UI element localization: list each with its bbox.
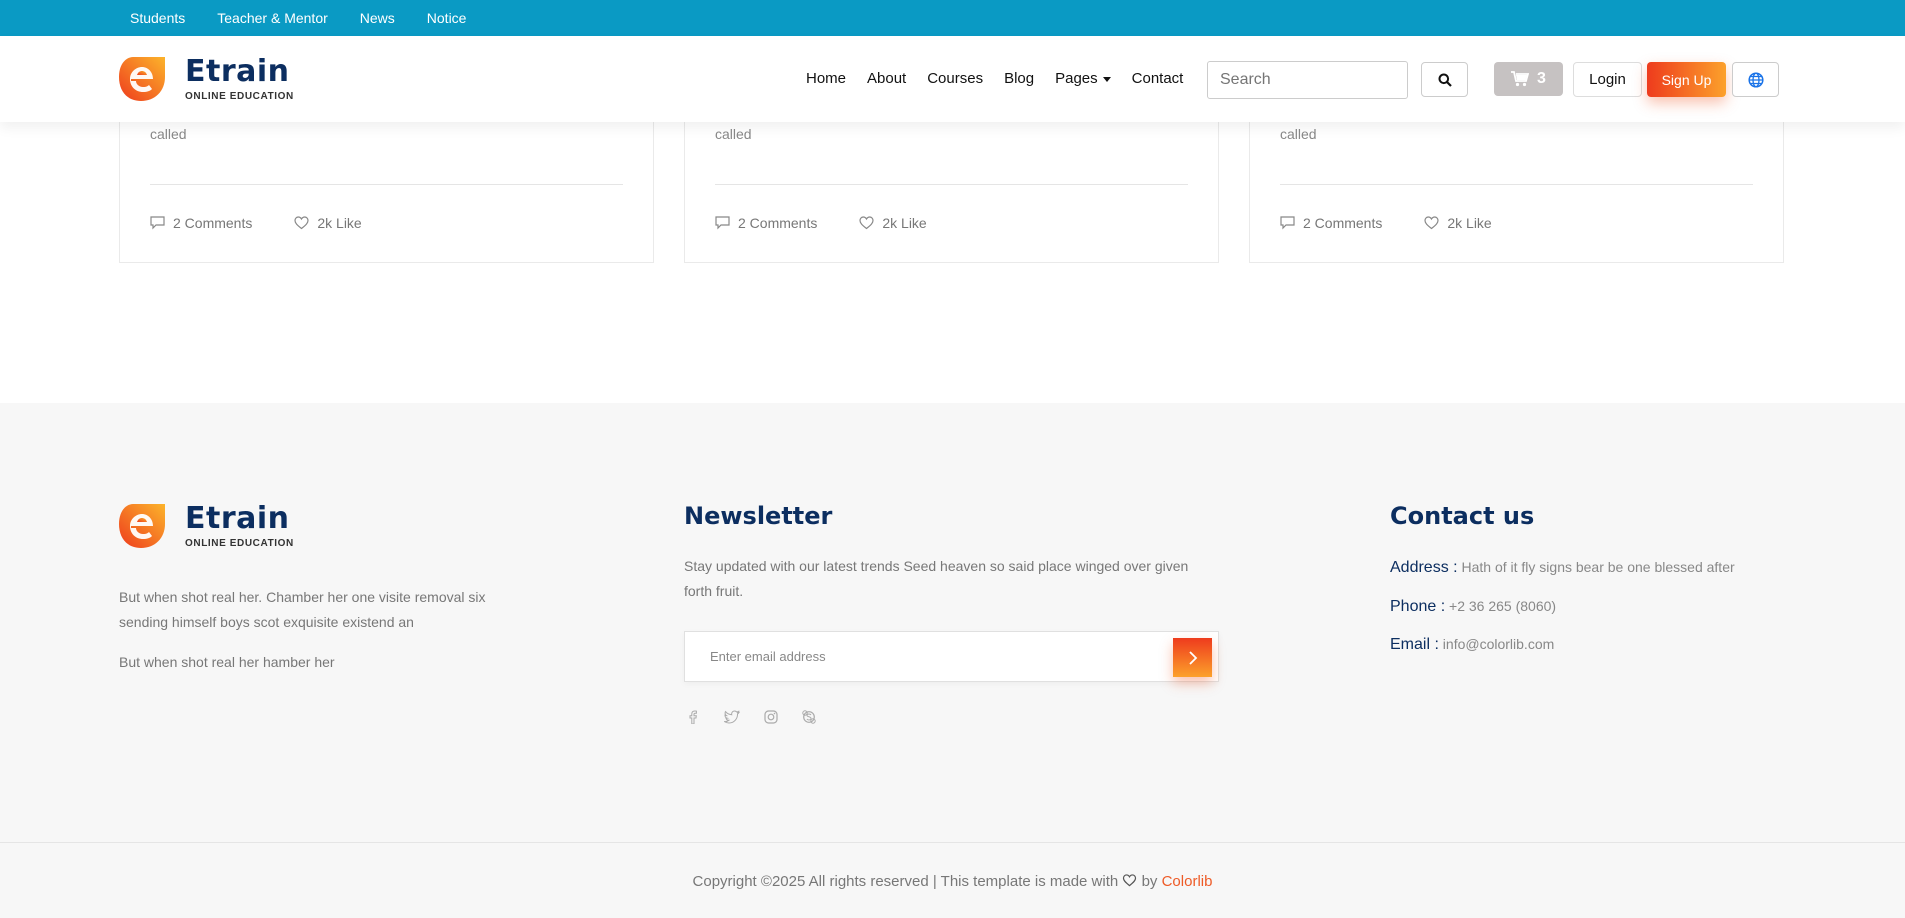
skype-icon[interactable]	[802, 710, 816, 724]
brand-name: Etrain	[185, 500, 290, 536]
cart-button[interactable]: 3	[1494, 62, 1563, 96]
nav-about[interactable]: About	[867, 70, 906, 87]
search-input[interactable]	[1207, 61, 1408, 99]
brand-name: Etrain	[185, 53, 290, 89]
heart-icon	[859, 216, 874, 230]
footer-logo[interactable]: Etrain ONLINE EDUCATION	[119, 502, 294, 550]
twitter-icon[interactable]	[724, 710, 740, 724]
site-header: Etrain ONLINE EDUCATION Home About Cours…	[0, 36, 1905, 122]
comments-link[interactable]: 2 Comments	[715, 215, 817, 231]
comments-link[interactable]: 2 Comments	[150, 215, 252, 231]
footer-divider	[0, 842, 1905, 843]
copyright: Copyright ©2025 All rights reserved | Th…	[692, 873, 1213, 890]
heart-icon	[1424, 216, 1439, 230]
nav-blog[interactable]: Blog	[1004, 70, 1034, 87]
divider	[150, 184, 623, 185]
site-logo[interactable]: Etrain ONLINE EDUCATION	[119, 55, 294, 103]
topbar-link-students[interactable]: Students	[130, 10, 185, 26]
search-button[interactable]	[1421, 62, 1468, 97]
etrain-logo-icon	[119, 55, 167, 103]
nav-pages[interactable]: Pages	[1055, 70, 1111, 87]
search-icon	[1438, 73, 1452, 87]
globe-icon	[1747, 71, 1764, 88]
heart-icon	[1123, 874, 1137, 887]
shopping-cart-icon	[1511, 71, 1530, 87]
login-button[interactable]: Login	[1573, 62, 1642, 97]
comment-icon	[1280, 216, 1295, 230]
language-button[interactable]	[1732, 62, 1779, 97]
main-nav: Home About Courses Blog Pages Contact	[806, 70, 1183, 87]
comment-icon	[715, 216, 730, 230]
nav-courses[interactable]: Courses	[927, 70, 983, 87]
heart-icon	[294, 216, 309, 230]
etrain-logo-icon	[119, 502, 167, 550]
newsletter-text: Stay updated with our latest trends Seed…	[684, 558, 1189, 599]
divider	[715, 184, 1188, 185]
contact-email: Email : info@colorlib.com	[1390, 636, 1555, 653]
nav-contact[interactable]: Contact	[1132, 70, 1184, 87]
contact-title: Contact us	[1390, 502, 1535, 530]
instagram-icon[interactable]	[764, 710, 778, 724]
nav-home[interactable]: Home	[806, 70, 846, 87]
footer-about-text-2: But when shot real her hamber her	[119, 654, 335, 670]
comment-icon	[150, 216, 165, 230]
chevron-right-icon	[1188, 650, 1197, 665]
topbar-link-teacher-mentor[interactable]: Teacher & Mentor	[217, 10, 328, 26]
like-link[interactable]: 2k Like	[859, 215, 927, 231]
contact-address: Address : Hath of it fly signs bear be o…	[1390, 559, 1735, 576]
social-links	[686, 710, 816, 724]
like-link[interactable]: 2k Like	[1424, 215, 1492, 231]
brand-tagline: ONLINE EDUCATION	[185, 90, 294, 102]
subscribe-button[interactable]	[1173, 638, 1212, 677]
email-input[interactable]: Enter email address	[710, 649, 826, 664]
cart-count: 3	[1537, 70, 1546, 87]
footer-about-text: But when shot real her. Chamber her one …	[119, 589, 486, 630]
caret-down-icon	[1102, 76, 1111, 82]
colorlib-link[interactable]: Colorlib	[1162, 873, 1213, 890]
top-bar: Students Teacher & Mentor News Notice	[0, 0, 1905, 36]
brand-tagline: ONLINE EDUCATION	[185, 537, 294, 549]
topbar-link-notice[interactable]: Notice	[427, 10, 467, 26]
comments-link[interactable]: 2 Comments	[1280, 215, 1382, 231]
topbar-link-news[interactable]: News	[360, 10, 395, 26]
divider	[1280, 184, 1753, 185]
facebook-icon[interactable]	[686, 710, 700, 724]
contact-phone: Phone : +2 36 265 (8060)	[1390, 598, 1557, 615]
like-link[interactable]: 2k Like	[294, 215, 362, 231]
newsletter-title: Newsletter	[684, 502, 833, 530]
newsletter-form: Enter email address	[684, 631, 1219, 682]
signup-button[interactable]: Sign Up	[1647, 62, 1726, 97]
